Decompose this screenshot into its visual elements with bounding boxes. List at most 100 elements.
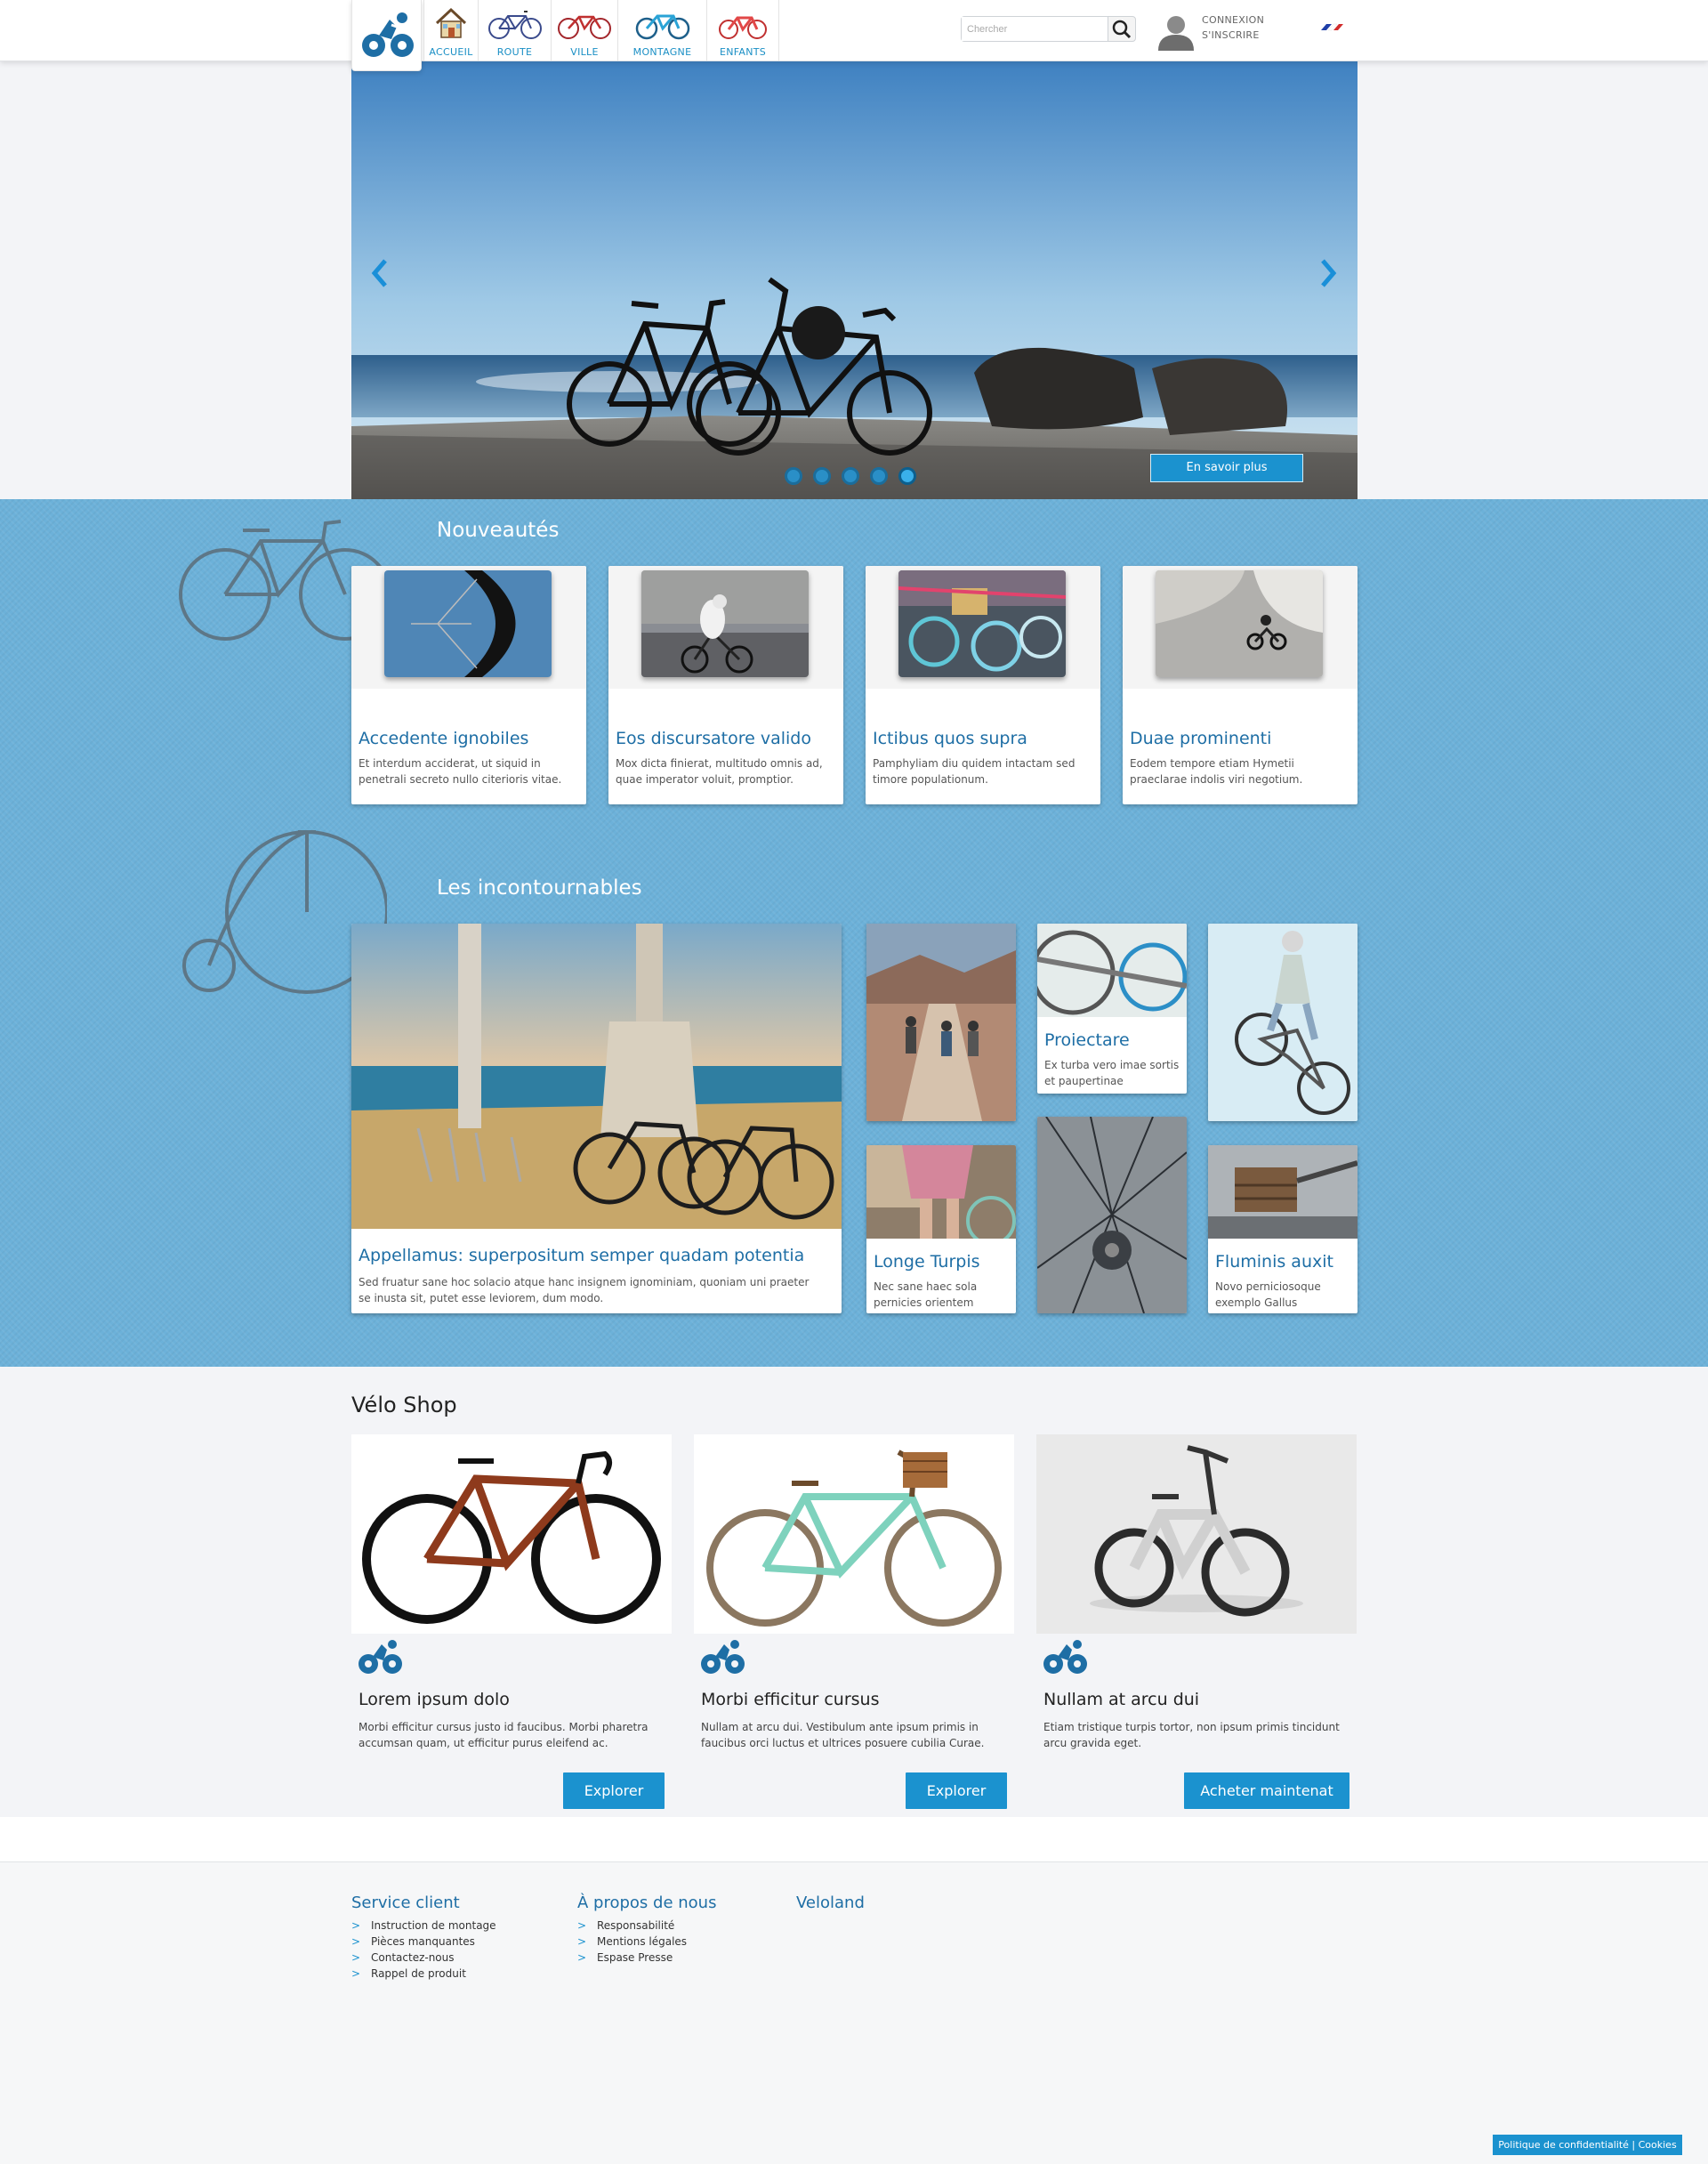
- hero-cta-button[interactable]: En savoir plus: [1150, 454, 1303, 482]
- story-tile-image: [1208, 1145, 1358, 1239]
- nav-enfants-label: ENFANTS: [719, 46, 767, 58]
- card-image-wrap: [866, 566, 1100, 689]
- chevron-right-icon: [1321, 259, 1337, 287]
- product-desc: Etiam tristique turpis tortor, non ipsum…: [1043, 1721, 1340, 1749]
- product-image[interactable]: [351, 1434, 672, 1634]
- footer-link[interactable]: > Mentions légales: [577, 1934, 716, 1950]
- search-input[interactable]: [962, 17, 1104, 41]
- register-link[interactable]: S'INSCRIRE: [1202, 28, 1264, 43]
- featured-story-card[interactable]: Appellamus: superpositum semper quadam p…: [351, 924, 842, 1313]
- card-image: [641, 570, 809, 677]
- footer-link[interactable]: > Espase Presse: [577, 1950, 716, 1966]
- footer-link[interactable]: > Pièces manquantes: [351, 1934, 496, 1950]
- french-flag-icon[interactable]: [1319, 23, 1344, 31]
- story-tile[interactable]: Proiectare Ex turba vero imae sortis et …: [1037, 924, 1187, 1094]
- footer-link[interactable]: > Instruction de montage: [351, 1918, 496, 1934]
- story-tile[interactable]: Fluminis auxit Novo perniciosoque exempl…: [1208, 1145, 1358, 1313]
- story-tile-title[interactable]: Proiectare: [1044, 1030, 1130, 1050]
- chevron-right-icon: >: [577, 1951, 587, 1964]
- search-icon: [1112, 20, 1132, 39]
- story-tile-title[interactable]: Fluminis auxit: [1215, 1252, 1333, 1272]
- footer-link[interactable]: > Rappel de produit: [351, 1966, 496, 1982]
- nav-ville-label: VILLE: [570, 46, 599, 58]
- hero-slider: En savoir plus: [351, 61, 1358, 499]
- kids-bike-icon: [719, 16, 767, 39]
- footer-heading: Service client: [351, 1894, 460, 1912]
- chevron-right-icon: >: [351, 1951, 361, 1964]
- footer-link[interactable]: > Contactez-nous: [351, 1950, 496, 1966]
- nav-montagne[interactable]: MONTAGNE: [617, 0, 706, 61]
- card-title[interactable]: Duae prominenti: [1130, 729, 1271, 748]
- product-name: Nullam at arcu dui: [1043, 1690, 1200, 1709]
- slide-dot-2[interactable]: [813, 467, 831, 485]
- hero-next-arrow[interactable]: [1317, 257, 1339, 293]
- product-image[interactable]: [694, 1434, 1014, 1634]
- news-card[interactable]: Accedente ignobiles Et interdum accidera…: [351, 566, 586, 804]
- card-image-wrap: [351, 566, 586, 689]
- photo-tile-image: [1037, 1117, 1187, 1313]
- card-desc: Mox dicta finierat, multitudo omnis ad, …: [616, 757, 823, 786]
- story-tile-title[interactable]: Longe Turpis: [874, 1252, 980, 1272]
- explore-button[interactable]: Explorer: [563, 1772, 665, 1809]
- card-desc: Eodem tempore etiam Hymetii praeclarae i…: [1130, 757, 1303, 786]
- footer-link[interactable]: > Responsabilité: [577, 1918, 716, 1934]
- news-card[interactable]: Ictibus quos supra Pamphyliam diu quidem…: [866, 566, 1100, 804]
- user-avatar-icon[interactable]: [1156, 12, 1196, 52]
- card-title[interactable]: Eos discursatore valido: [616, 729, 811, 748]
- footer-col-about: À propos de nous > Responsabilité > Mentio…: [577, 1894, 716, 1966]
- featured-story-title[interactable]: Appellamus: superpositum semper quadam p…: [359, 1246, 804, 1265]
- photo-tile[interactable]: [1037, 1117, 1187, 1313]
- login-link[interactable]: CONNEXION: [1202, 12, 1264, 28]
- card-desc: Pamphyliam diu quidem intactam sed timor…: [873, 757, 1076, 786]
- slide-dot-1[interactable]: [785, 467, 802, 485]
- news-card[interactable]: Duae prominenti Eodem tempore etiam Hyme…: [1123, 566, 1358, 804]
- card-image-wrap: [608, 566, 843, 689]
- card-title[interactable]: Accedente ignobiles: [359, 729, 528, 748]
- chevron-left-icon: [371, 259, 387, 287]
- hero-slide-dots: [785, 467, 927, 487]
- card-image: [898, 570, 1066, 677]
- site-logo[interactable]: [351, 0, 422, 71]
- product-desc: Nullam at arcu dui. Vestibulum ante ipsu…: [701, 1721, 985, 1749]
- featured-story-desc: Sed fruatur sane hoc solacio atque hanc …: [359, 1276, 810, 1304]
- photo-tile[interactable]: [1208, 924, 1358, 1121]
- photo-tile-image: [1208, 924, 1358, 1121]
- brand-logo-icon: [701, 1640, 745, 1674]
- hero-prev-arrow[interactable]: [369, 257, 391, 293]
- cookie-policy-link[interactable]: Politique de confidentialité | Cookies: [1493, 2135, 1682, 2155]
- card-title[interactable]: Ictibus quos supra: [873, 729, 1027, 748]
- card-image: [384, 570, 552, 677]
- story-tile-desc: Ex turba vero imae sortis et paupertinae: [1044, 1059, 1180, 1087]
- house-icon: [435, 7, 467, 38]
- nav-enfants[interactable]: ENFANTS: [706, 0, 779, 61]
- explore-button[interactable]: Explorer: [906, 1772, 1007, 1809]
- product-image[interactable]: [1036, 1434, 1357, 1634]
- news-card[interactable]: Eos discursatore valido Mox dicta finier…: [608, 566, 843, 804]
- road-bike-product-image: [351, 1434, 672, 1634]
- footer-heading: À propos de nous: [577, 1894, 717, 1912]
- nav-accueil-label: ACCUEIL: [429, 46, 473, 58]
- chevron-right-icon: >: [351, 1919, 361, 1932]
- section-title-incontournables: Les incontournables: [437, 876, 642, 900]
- search-button[interactable]: [1108, 16, 1136, 42]
- user-links: CONNEXION S'INSCRIRE: [1202, 12, 1264, 43]
- nav-route-label: ROUTE: [496, 46, 533, 58]
- top-navigation-bar: ACCUEIL ROUTE VILLE MONTAGNE ENFANTS Che…: [0, 0, 1708, 71]
- product-desc: Morbi efficitur cursus justo id faucibus…: [359, 1721, 649, 1749]
- footer-heading[interactable]: Veloland: [796, 1894, 865, 1912]
- slide-dot-3[interactable]: [842, 467, 859, 485]
- chevron-right-icon: >: [577, 1935, 587, 1948]
- brand-logo-icon: [359, 1640, 402, 1674]
- story-tile[interactable]: Longe Turpis Nec sane haec sola pernicie…: [866, 1145, 1016, 1313]
- nav-accueil[interactable]: ACCUEIL: [423, 0, 478, 61]
- product-name: Lorem ipsum dolo: [359, 1690, 510, 1709]
- slide-dot-4[interactable]: [870, 467, 888, 485]
- story-tile-image: [866, 1145, 1016, 1246]
- buy-now-button[interactable]: Acheter maintenat: [1184, 1772, 1349, 1809]
- story-tile-desc: Nec sane haec sola pernicies orientem: [874, 1280, 978, 1309]
- photo-tile[interactable]: [866, 924, 1016, 1121]
- divider-strip: [0, 1817, 1708, 1861]
- slide-dot-5[interactable]: [898, 467, 916, 485]
- nav-ville[interactable]: VILLE: [551, 0, 617, 61]
- nav-route[interactable]: ROUTE: [478, 0, 551, 61]
